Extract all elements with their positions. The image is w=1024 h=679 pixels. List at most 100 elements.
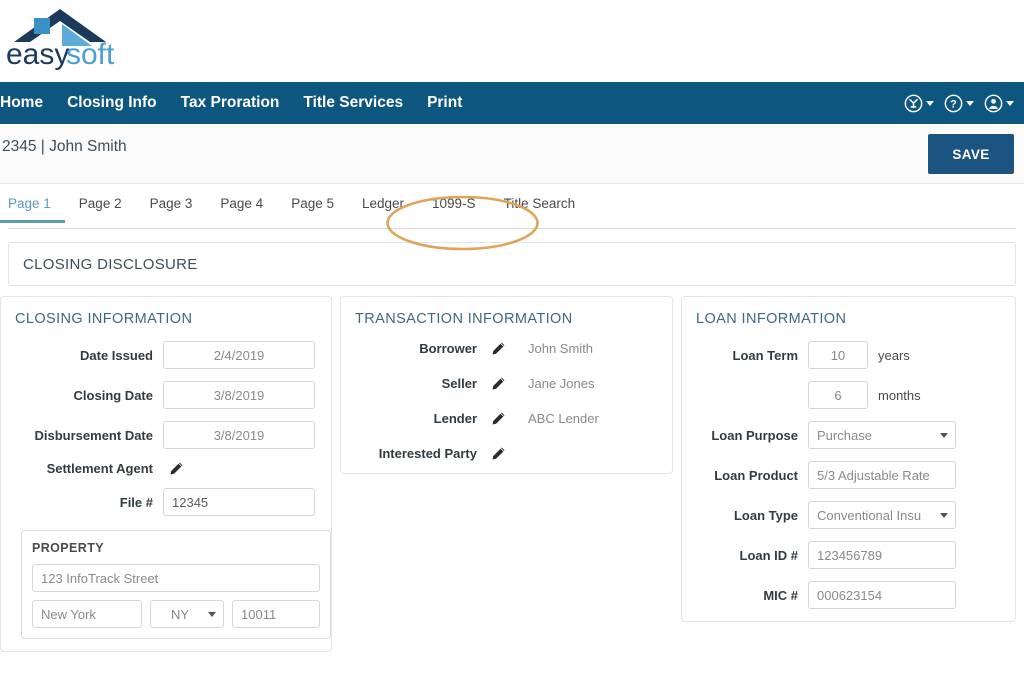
loan-product-input[interactable] (808, 461, 956, 489)
transaction-information-title: TRANSACTION INFORMATION (355, 311, 658, 327)
nav-item-tax-proration[interactable]: Tax Proration (169, 82, 292, 124)
closing-date-label: Closing Date (15, 388, 163, 403)
loan-product-row: Loan Product (696, 461, 1001, 489)
date-issued-row: Date Issued (15, 341, 317, 369)
page-tabs-bar: Page 1 Page 2 Page 3 Page 4 Page 5 Ledge… (0, 184, 1024, 242)
easysoft-logo[interactable]: easy soft (4, 4, 132, 76)
nav-item-closing-info[interactable]: Closing Info (55, 82, 169, 124)
loan-purpose-label: Loan Purpose (696, 428, 808, 443)
loan-type-value[interactable] (808, 501, 956, 529)
property-city-input[interactable] (32, 600, 142, 628)
tab-page-5[interactable]: Page 5 (277, 196, 348, 223)
tab-1099-s[interactable]: 1099-S (418, 196, 490, 223)
file-title: 2345 | John Smith (2, 124, 127, 170)
loan-type-select[interactable] (808, 501, 956, 529)
lender-label: Lender (355, 411, 485, 426)
tab-title-search[interactable]: Title Search (490, 196, 590, 223)
closing-information-panel: CLOSING INFORMATION Date Issued Closing … (0, 296, 332, 652)
main-navigation: Home Closing Info Tax Proration Title Se… (0, 82, 1024, 124)
interested-party-row: Interested Party (355, 446, 658, 461)
tabs-divider (8, 228, 1016, 229)
svg-text:soft: soft (66, 38, 115, 71)
loan-term-label: Loan Term (696, 348, 808, 363)
main-content: CLOSING DISCLOSURE CLOSING INFORMATION D… (0, 242, 1024, 652)
loan-id-label: Loan ID # (696, 548, 808, 563)
interested-party-label: Interested Party (355, 446, 485, 461)
panels-row: CLOSING INFORMATION Date Issued Closing … (8, 296, 1016, 652)
loan-product-label: Loan Product (696, 468, 808, 483)
disbursement-date-row: Disbursement Date (15, 421, 317, 449)
date-issued-label: Date Issued (15, 348, 163, 363)
help-icon: ? (944, 94, 963, 113)
seller-value: Jane Jones (528, 376, 595, 391)
mic-row: MIC # (696, 581, 1001, 609)
loan-type-label: Loan Type (696, 508, 808, 523)
tab-page-3[interactable]: Page 3 (136, 196, 207, 223)
property-street-input[interactable] (32, 564, 320, 592)
chevron-down-icon (966, 101, 974, 106)
svg-text:?: ? (950, 98, 957, 110)
closing-disclosure-heading: CLOSING DISCLOSURE (8, 242, 1016, 286)
nav-item-print[interactable]: Print (415, 82, 474, 124)
property-zip-input[interactable] (232, 600, 320, 628)
mic-input[interactable] (808, 581, 956, 609)
loan-term-months-input[interactable] (808, 381, 868, 409)
loan-id-row: Loan ID # (696, 541, 1001, 569)
settlement-agent-label: Settlement Agent (15, 461, 163, 476)
save-button[interactable]: SAVE (928, 134, 1014, 174)
nav-utility-icons: ? (904, 82, 1014, 124)
file-number-row: File # (15, 488, 317, 516)
loan-purpose-select[interactable] (808, 421, 956, 449)
transaction-information-panel: TRANSACTION INFORMATION Borrower John Sm… (340, 296, 673, 474)
loan-type-row: Loan Type (696, 501, 1001, 529)
tools-icon (904, 94, 923, 113)
loan-term-years-unit: years (878, 348, 910, 363)
mic-label: MIC # (696, 588, 808, 603)
loan-term-months-row: months (696, 381, 1001, 409)
property-title: PROPERTY (32, 541, 320, 555)
settlement-agent-edit-pencil-icon[interactable] (169, 461, 184, 476)
loan-purpose-value[interactable] (808, 421, 956, 449)
tab-page-4[interactable]: Page 4 (206, 196, 277, 223)
loan-id-input[interactable] (808, 541, 956, 569)
file-header: 2345 | John Smith SAVE (0, 124, 1024, 184)
borrower-row: Borrower John Smith (355, 341, 658, 356)
closing-date-row: Closing Date (15, 381, 317, 409)
property-city-state-zip-row (32, 600, 320, 628)
seller-edit-pencil-icon[interactable] (491, 376, 506, 391)
interested-party-edit-pencil-icon[interactable] (491, 446, 506, 461)
seller-label: Seller (355, 376, 485, 391)
chevron-down-icon (1006, 101, 1014, 106)
tools-menu[interactable] (904, 94, 934, 113)
tab-ledger[interactable]: Ledger (348, 196, 418, 223)
logo-bar: easy soft (0, 0, 1024, 82)
page-tabs: Page 1 Page 2 Page 3 Page 4 Page 5 Ledge… (0, 184, 1024, 223)
loan-term-years-input[interactable] (808, 341, 868, 369)
file-number-label: File # (15, 495, 163, 510)
tab-page-1[interactable]: Page 1 (0, 196, 65, 223)
disbursement-date-input[interactable] (163, 421, 315, 449)
date-issued-input[interactable] (163, 341, 315, 369)
help-menu[interactable]: ? (944, 94, 974, 113)
tab-page-2[interactable]: Page 2 (65, 196, 136, 223)
file-number-input[interactable] (163, 488, 315, 516)
settlement-agent-row: Settlement Agent (15, 461, 317, 476)
lender-edit-pencil-icon[interactable] (491, 411, 506, 426)
borrower-edit-pencil-icon[interactable] (491, 341, 506, 356)
property-state-value[interactable] (150, 600, 224, 628)
lender-value: ABC Lender (528, 411, 599, 426)
loan-term-years-row: Loan Term years (696, 341, 1001, 369)
property-card: PROPERTY (21, 530, 331, 639)
user-menu[interactable] (984, 94, 1014, 113)
seller-row: Seller Jane Jones (355, 376, 658, 391)
nav-item-home[interactable]: Home (0, 82, 55, 124)
nav-item-title-services[interactable]: Title Services (291, 82, 415, 124)
loan-purpose-row: Loan Purpose (696, 421, 1001, 449)
borrower-label: Borrower (355, 341, 485, 356)
user-icon (984, 94, 1003, 113)
loan-information-title: LOAN INFORMATION (696, 311, 1001, 327)
borrower-value: John Smith (528, 341, 593, 356)
loan-term-months-unit: months (878, 388, 921, 403)
closing-date-input[interactable] (163, 381, 315, 409)
property-state-select[interactable] (150, 600, 224, 628)
